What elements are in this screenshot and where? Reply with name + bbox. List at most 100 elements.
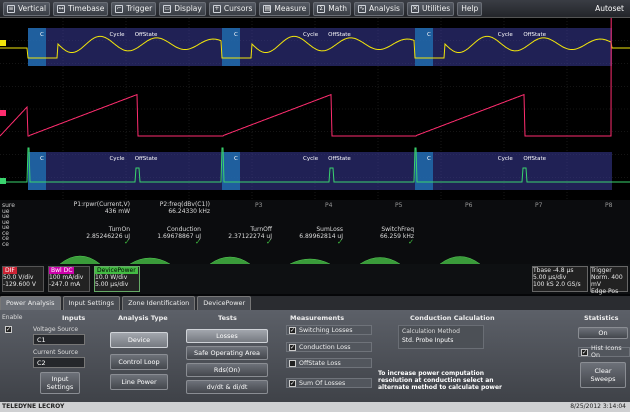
timebase-label: Tbase — [533, 267, 551, 274]
param-slot-p7[interactable]: P7 — [535, 202, 542, 209]
on-zone — [415, 90, 433, 142]
inputs-title: Inputs — [62, 314, 86, 322]
channel-a-label: DIF — [3, 267, 17, 274]
display-icon: ▭ — [163, 4, 172, 13]
loss-name: Conduction — [166, 226, 201, 233]
cycle-zone — [222, 152, 415, 190]
calculation-method-value: Std. Probe Inputs — [402, 337, 454, 344]
waveform-display[interactable]: C Cycle OffState C Cycle OffState C Cycle OffSta… — [0, 18, 630, 200]
p2-value: 66.24330 kHz — [168, 208, 210, 215]
param-slot-p6[interactable]: P6 — [465, 202, 472, 209]
rds-on-button[interactable]: Rds(On) — [186, 363, 268, 377]
menu-trigger-button[interactable]: ⌐ Trigger — [111, 1, 157, 16]
check-icon: ✓ — [408, 238, 414, 246]
menu-analysis-button[interactable]: ∿ Analysis — [354, 1, 404, 16]
timebase-samples: 100 kS — [533, 281, 554, 288]
param-slot-p8[interactable]: P8 — [605, 202, 612, 209]
channel-b-scale: 100 mA/div — [49, 274, 84, 281]
channel-c-descriptor[interactable]: DevicePower 10.0 W/div 5.00 µs/div — [94, 266, 140, 292]
current-source-label: Current Source — [33, 349, 79, 356]
menu-help-button[interactable]: Help — [457, 1, 483, 16]
tab-zone-identification[interactable]: Zone Identification — [122, 296, 196, 310]
trigger-mode: Norm. — [591, 274, 610, 281]
channel-b-descriptor[interactable]: Bwl DC 100 mA/div -247.0 mA — [48, 266, 90, 292]
loss-name: SwitchFreq — [381, 226, 414, 233]
menu-timebase-button[interactable]: ↔ Timebase — [53, 1, 109, 16]
check-icon: ✓ — [195, 238, 201, 246]
cycle-zone — [415, 90, 612, 142]
menu-label: Display — [174, 4, 202, 13]
zone-label-c: C — [234, 156, 238, 162]
device-button[interactable]: Device — [110, 332, 168, 348]
analysis-icon: ∿ — [358, 4, 367, 13]
dvdt-didt-button[interactable]: dv/dt & di/dt — [186, 380, 268, 394]
p2-name: P2:freq(dBv(C1)) — [159, 201, 210, 208]
zone-label-c: C — [427, 156, 431, 162]
checkbox-box: ✓ — [289, 379, 296, 387]
measurement-option-checkbox[interactable]: ✓ Conduction Loss — [286, 342, 372, 352]
zone-label-cycle: Cycle — [498, 156, 514, 162]
zone-label-offstate: OffState — [523, 32, 546, 38]
timebase-descriptor[interactable]: Tbase -4.8 µs 5.00 µs/div 100 kS 2.0 GS/… — [532, 266, 588, 292]
menu-label: Help — [461, 4, 479, 13]
statistics-on-button[interactable]: On — [578, 327, 628, 339]
channel-2-marker — [0, 110, 6, 116]
timebase-icon: ↔ — [57, 4, 66, 13]
trigger-descriptor[interactable]: Trigger Norm. 400 mV Edge Pos — [590, 266, 628, 295]
cycle-zone — [28, 152, 222, 190]
zone-label-offstate: OffState — [135, 32, 158, 38]
channel-a-scale: 50.0 V/div — [3, 274, 34, 281]
checkbox-box: ✓ — [289, 326, 296, 334]
menu-cursors-button[interactable]: + Cursors — [208, 1, 257, 16]
losses-button[interactable]: Losses — [186, 329, 268, 343]
voltage-source-field[interactable]: C1 — [33, 334, 85, 345]
checkbox-box — [289, 359, 296, 367]
zone-label-cycle: Cycle — [109, 156, 125, 162]
measurement-option-checkbox[interactable]: OffState Loss — [286, 358, 372, 368]
menu-label: Trigger — [126, 4, 153, 13]
timebase-delay: -4.8 µs — [552, 267, 574, 274]
menu-math-button[interactable]: Σ Math — [313, 1, 352, 16]
on-zone — [28, 90, 46, 142]
param-slot-p3[interactable]: P3 — [255, 202, 262, 209]
tab-power-analysis[interactable]: Power Analysis — [0, 296, 61, 310]
tab-bar: Power Analysis Input Settings Zone Ident… — [0, 296, 630, 310]
current-source-field[interactable]: C2 — [33, 357, 85, 368]
menu-utilities-button[interactable]: ✕ Utilities — [406, 1, 455, 16]
param-slot-p5[interactable]: P5 — [395, 202, 402, 209]
math-icon: Σ — [317, 4, 326, 13]
p1-name: P1:rpwr(Current,V) — [73, 201, 130, 208]
safe-operating-area-button[interactable]: Safe Operating Area — [186, 346, 268, 360]
param-slot-p4[interactable]: P4 — [325, 202, 332, 209]
measurement-option-label: Sum Of Losses — [299, 379, 346, 387]
statistics-title: Statistics — [584, 314, 619, 322]
autoset-button[interactable]: Autoset — [595, 4, 624, 13]
tab-device-power[interactable]: DevicePower — [197, 296, 252, 310]
hist-icons-checkbox[interactable]: ✓ Hist Icons On — [578, 345, 630, 359]
measurement-option-checkbox[interactable]: ✓ Sum Of Losses — [286, 378, 372, 388]
line-power-button[interactable]: Line Power — [110, 374, 168, 390]
zone-label-offstate: OffState — [328, 32, 351, 38]
trigger-type: Edge — [591, 288, 607, 295]
measurement-table: P1:rpwr(Current,V) 436 mW P2:freq(dBv(C1… — [0, 200, 630, 264]
control-loop-button[interactable]: Control Loop — [110, 354, 168, 370]
menu-measure-button[interactable]: ▤ Measure — [259, 1, 311, 16]
tab-input-settings[interactable]: Input Settings — [62, 296, 121, 310]
input-settings-button[interactable]: Input Settings — [40, 372, 80, 394]
loss-name: TurnOff — [250, 226, 272, 233]
menu-display-button[interactable]: ▭ Display — [159, 1, 206, 16]
channel-c-scale: 10.0 W/div — [95, 274, 128, 281]
meas-row-label: ce — [2, 240, 9, 248]
clear-sweeps-button[interactable]: Clear Sweeps — [580, 362, 626, 388]
timebase-rate: 2.0 GS/s — [555, 281, 581, 288]
measurement-option-label: Switching Losses — [299, 326, 353, 334]
zone-label-offstate: OffState — [135, 156, 158, 162]
zone-label-offstate: OffState — [523, 156, 546, 162]
tests-title: Tests — [218, 314, 237, 322]
calculation-method-box[interactable]: Calculation Method Std. Probe Inputs — [398, 325, 484, 349]
enable-checkbox[interactable]: ✓ — [3, 324, 17, 334]
channel-a-descriptor[interactable]: DIF 50.0 V/div -129.600 V — [2, 266, 44, 292]
menu-vertical-button[interactable]: ≡ Vertical — [3, 1, 51, 16]
measurement-option-checkbox[interactable]: ✓ Switching Losses — [286, 325, 372, 335]
loss-name: TurnOn — [108, 226, 130, 233]
